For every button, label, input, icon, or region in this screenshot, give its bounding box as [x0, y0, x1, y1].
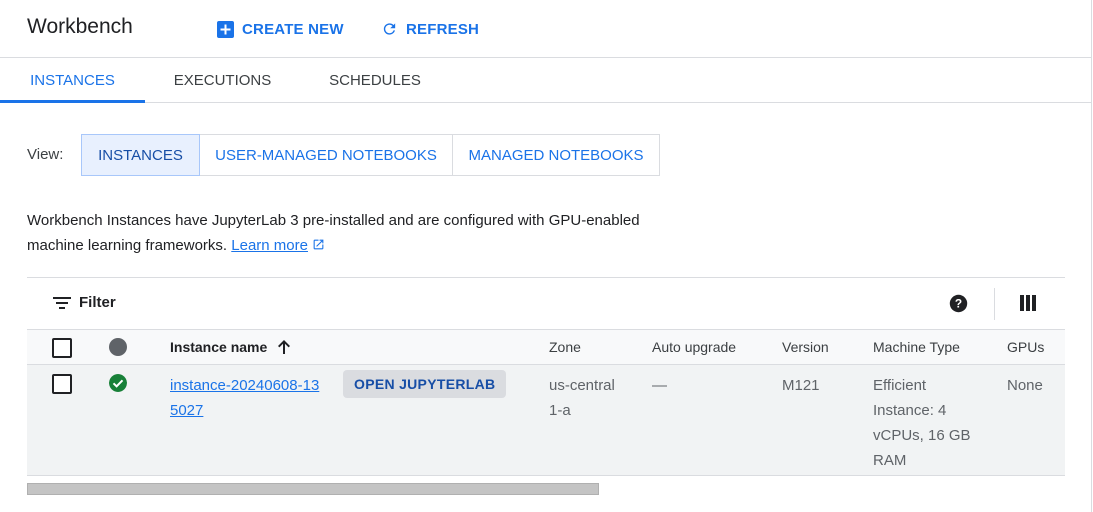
learn-more-link[interactable]: Learn more [231, 237, 308, 254]
table-row: instance-20240608-135027 OPEN JUPYTERLAB… [27, 365, 1065, 476]
description: Workbench Instances have JupyterLab 3 pr… [27, 208, 647, 258]
instances-table: Instance name Zone Auto upgrade Version … [27, 329, 1065, 476]
filter-button[interactable]: Filter [53, 294, 116, 311]
refresh-icon [381, 21, 398, 38]
status-column-icon [109, 338, 127, 356]
tab-schedules[interactable]: SCHEDULES [300, 58, 450, 102]
zone-cell: us-central1-a [549, 377, 615, 419]
version-cell: M121 [782, 377, 820, 394]
status-ok-icon [109, 374, 127, 392]
filter-icon [53, 296, 71, 309]
svg-text:?: ? [955, 296, 962, 310]
horizontal-scrollbar[interactable] [27, 483, 599, 495]
view-instances-button[interactable]: INSTANCES [81, 134, 200, 176]
refresh-label: REFRESH [406, 20, 480, 38]
select-all-checkbox[interactable] [52, 338, 72, 358]
instance-name-link[interactable]: instance-20240608-135027 [170, 373, 320, 423]
tab-executions[interactable]: EXECUTIONS [145, 58, 300, 102]
row-checkbox[interactable] [52, 374, 72, 394]
toolbar-divider [994, 288, 995, 320]
page-header: Workbench CREATE NEW REFRESH [0, 0, 1092, 58]
tab-instances[interactable]: INSTANCES [0, 58, 145, 103]
tab-bar: INSTANCES EXECUTIONS SCHEDULES [0, 58, 1092, 103]
view-managed-notebooks-button[interactable]: MANAGED NOTEBOOKS [452, 134, 660, 176]
create-new-button[interactable]: CREATE NEW [217, 17, 344, 41]
machine-type-cell: Efficient Instance: 4 vCPUs, 16 GB RAM [873, 377, 971, 469]
add-box-icon [217, 20, 234, 38]
gpus-cell: None [1007, 377, 1043, 394]
table-header: Instance name Zone Auto upgrade Version … [27, 329, 1065, 365]
workbench-panel: Workbench CREATE NEW REFRESH INSTANCES E… [0, 0, 1092, 512]
col-zone: Zone [549, 339, 581, 355]
filter-label: Filter [79, 294, 116, 311]
view-label: View: [27, 146, 64, 163]
col-instance-name-label: Instance name [170, 339, 268, 355]
col-auto-upgrade: Auto upgrade [652, 339, 737, 355]
refresh-button[interactable]: REFRESH [381, 17, 479, 41]
view-user-managed-notebooks-button[interactable]: USER-MANAGED NOTEBOOKS [200, 134, 453, 176]
sort-ascending-icon [278, 340, 291, 354]
auto-upgrade-cell: — [652, 377, 667, 394]
description-text: Workbench Instances have JupyterLab 3 pr… [27, 212, 640, 254]
open-jupyterlab-button[interactable]: OPEN JUPYTERLAB [343, 370, 507, 398]
table-toolbar: Filter ? [27, 277, 1065, 329]
open-in-new-icon [313, 239, 324, 250]
col-gpus: GPUs [1007, 339, 1045, 355]
help-icon[interactable]: ? [949, 294, 968, 313]
page-title: Workbench [27, 15, 133, 38]
column-display-icon[interactable] [1020, 295, 1036, 311]
create-new-label: CREATE NEW [242, 20, 344, 38]
col-instance-name[interactable]: Instance name [170, 339, 291, 355]
col-version: Version [782, 339, 829, 355]
col-machine-type: Machine Type [873, 339, 960, 355]
